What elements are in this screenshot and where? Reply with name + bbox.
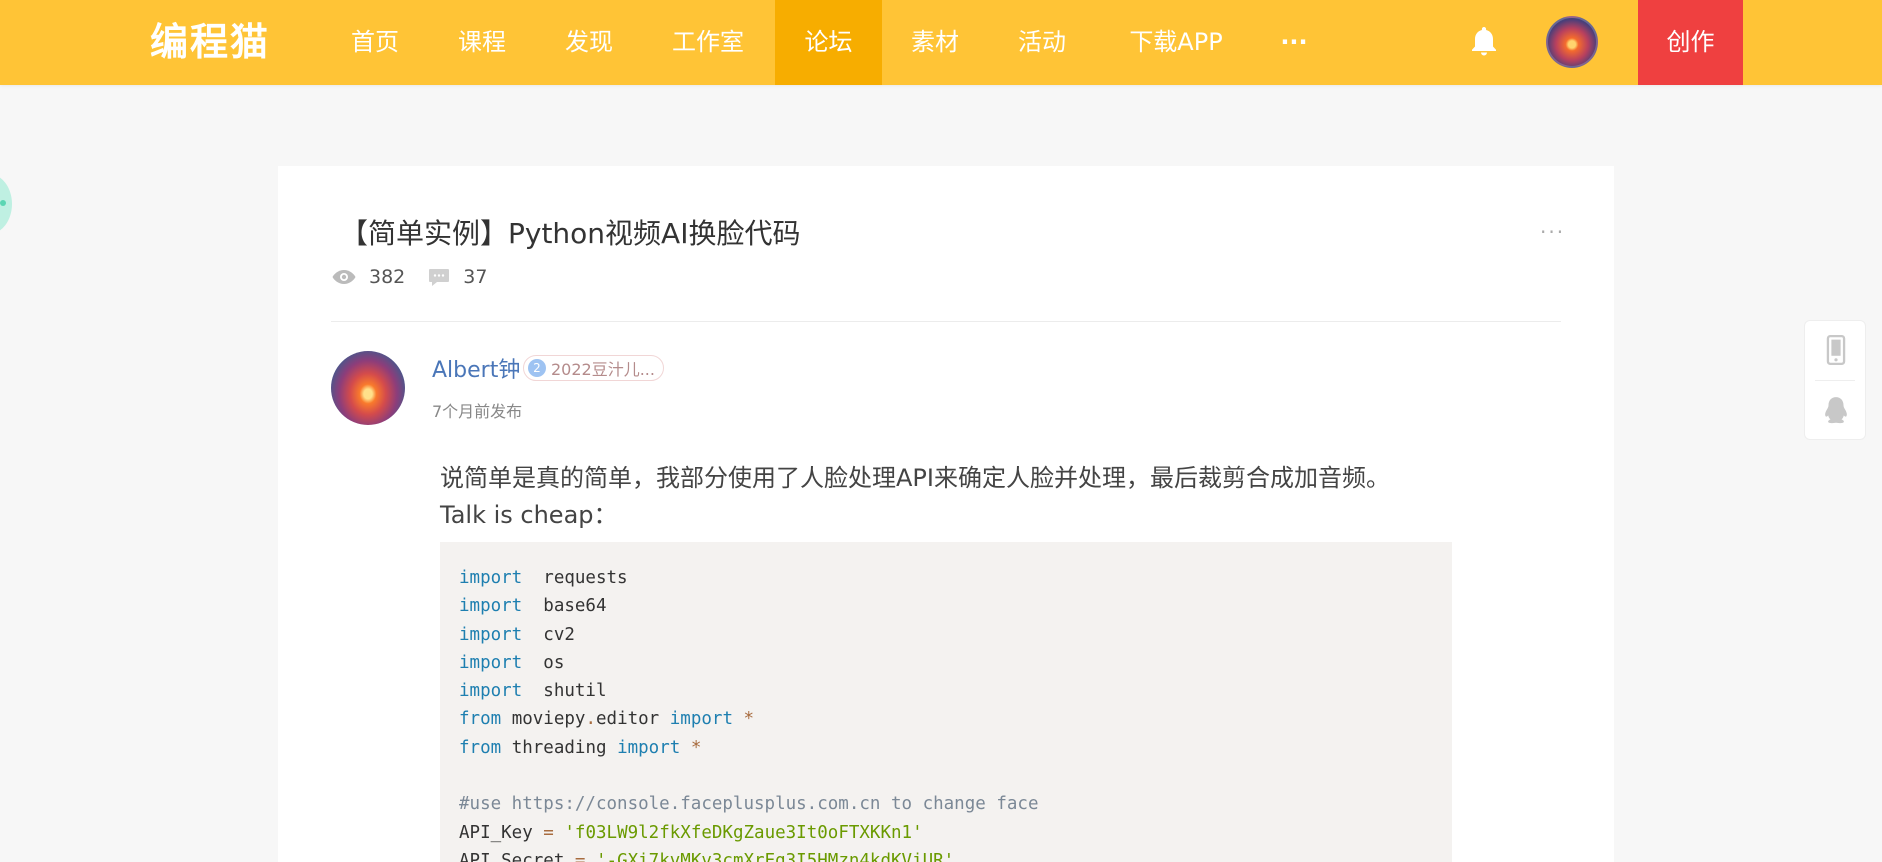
code-token: #use https://console.faceplusplus.com.cn… — [459, 794, 1039, 815]
author-avatar[interactable] — [331, 351, 405, 425]
code-line: API_Key = 'f03LW9l2fkXfeDKgZaue3It0oFTXK… — [459, 819, 1433, 847]
code-token: import — [459, 596, 523, 617]
code-token: * — [743, 709, 755, 730]
post-paragraph: Talk is cheap： — [440, 501, 618, 529]
code-line: from moviepy.editor import * — [459, 705, 1433, 733]
author-badge-text: 2022豆汁儿... — [551, 360, 655, 379]
code-line: import base64 — [459, 592, 1433, 620]
author-name-link[interactable]: Albert钟 — [432, 352, 520, 384]
code-line: #use https://console.faceplusplus.com.cn… — [459, 790, 1433, 818]
post-card: 【简单实例】Python视频AI换脸代码 ··· 382 37 Albert钟 … — [278, 166, 1614, 862]
top-navbar: 编程猫 首页 课程 发现 工作室 论坛 素材 活动 下载APP ··· 创作 — [0, 0, 1882, 85]
phone-icon[interactable] — [1822, 335, 1850, 365]
code-line: import cv2 — [459, 621, 1433, 649]
floating-assistant-icon[interactable] — [0, 174, 12, 234]
code-token: import — [459, 652, 523, 673]
code-token: import — [459, 681, 523, 702]
site-logo[interactable]: 编程猫 — [150, 20, 270, 64]
post-paragraph: 说简单是真的简单，我部分使用了人脸处理API来确定人脸并处理，最后裁剪合成加音频… — [440, 464, 1390, 492]
eye-icon — [332, 270, 356, 284]
code-token: os — [522, 652, 565, 673]
code-line: from threading import * — [459, 734, 1433, 762]
code-line: import shutil — [459, 677, 1433, 705]
code-token: import — [459, 624, 523, 645]
code-token: import — [669, 709, 733, 730]
code-token: = — [574, 850, 586, 862]
post-body: 说简单是真的简单，我部分使用了人脸处理API来确定人脸并处理，最后裁剪合成加音频… — [440, 460, 1390, 534]
nav-item-download-app[interactable]: 下载APP — [1113, 0, 1239, 85]
author-badge[interactable]: 2 2022豆汁儿... — [523, 355, 664, 381]
code-line: import requests — [459, 564, 1433, 592]
title-divider — [331, 321, 1561, 322]
user-avatar[interactable] — [1546, 16, 1598, 68]
nav-item-more[interactable]: ··· — [1262, 0, 1326, 85]
code-token: editor — [596, 709, 670, 730]
nav-item-forum[interactable]: 论坛 — [775, 0, 882, 85]
bell-icon[interactable] — [1466, 24, 1502, 60]
nav-item-courses[interactable]: 课程 — [437, 0, 527, 85]
code-token: import — [617, 737, 681, 758]
code-token: shutil — [522, 681, 607, 702]
nav-item-materials[interactable]: 素材 — [890, 0, 980, 85]
code-line: import os — [459, 649, 1433, 677]
code-token: API_Secret — [459, 850, 575, 862]
code-token: * — [690, 737, 702, 758]
code-token: base64 — [522, 596, 607, 617]
code-token: API_Key — [459, 822, 544, 843]
side-toolbar-divider — [1815, 380, 1855, 381]
author-level-badge: 2 — [528, 359, 546, 377]
code-block: import requests import base64 import cv2 im… — [440, 542, 1452, 862]
comment-icon — [429, 269, 450, 286]
post-more-menu[interactable]: ··· — [1540, 220, 1565, 244]
code-token: requests — [522, 568, 628, 588]
create-button[interactable]: 创作 — [1638, 0, 1743, 85]
code-token: import — [459, 568, 523, 588]
code-token: 'f03LW9l2fkXfeDKgZaue3It0oFTXKKn1' — [564, 822, 923, 843]
nav-item-home[interactable]: 首页 — [330, 0, 420, 85]
nav-item-activities[interactable]: 活动 — [997, 0, 1087, 85]
code-line: API_Secret = '-GXi7kvMKv3cmXrEg3I5HMzn4k… — [459, 847, 1433, 862]
post-time: 7个月前发布 — [432, 402, 523, 421]
comment-count: 37 — [463, 266, 488, 288]
code-token: = — [543, 822, 554, 843]
code-token: cv2 — [522, 624, 575, 645]
code-token: from — [459, 737, 502, 758]
nav-item-studio[interactable]: 工作室 — [658, 0, 758, 85]
code-token: . — [585, 709, 596, 730]
qq-penguin-icon[interactable] — [1822, 396, 1850, 426]
code-token: threading — [501, 737, 618, 758]
code-token: moviepy — [501, 709, 586, 730]
side-toolbar — [1804, 320, 1866, 440]
view-count: 382 — [369, 266, 406, 288]
code-token: from — [459, 709, 502, 730]
nav-item-discover[interactable]: 发现 — [544, 0, 634, 85]
post-title: 【简单实例】Python视频AI换脸代码 — [340, 217, 801, 250]
post-stats: 382 37 — [331, 262, 509, 292]
code-token: '-GXi7kvMKv3cmXrEg3I5HMzn4kdKViUR' — [596, 850, 955, 862]
